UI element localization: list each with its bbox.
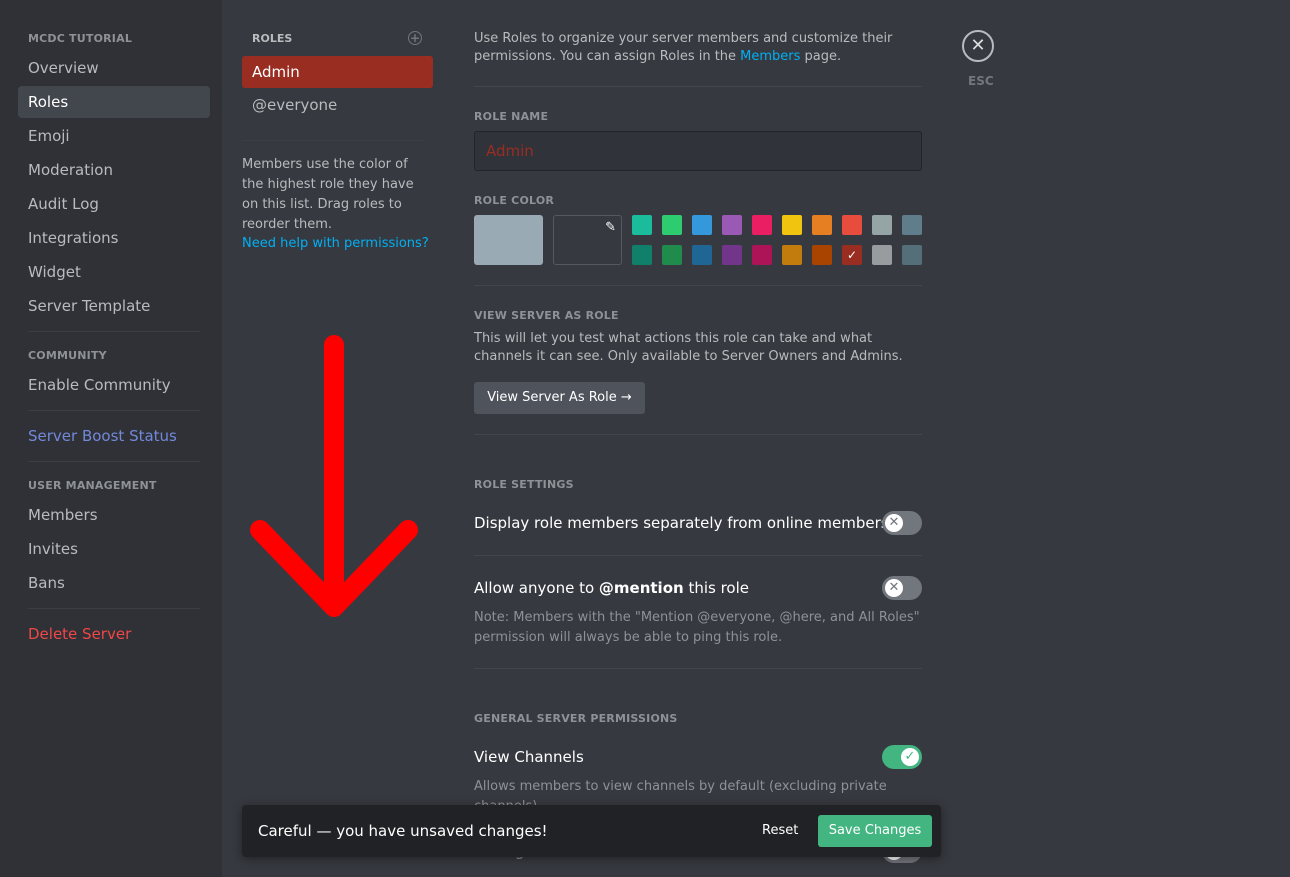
color-swatch[interactable]: [722, 215, 742, 235]
close-button[interactable]: ✕: [962, 30, 994, 62]
default-color-swatch[interactable]: [474, 215, 543, 265]
sidebar-item-server-boost-status[interactable]: Server Boost Status: [18, 420, 210, 452]
mention-label-prefix: Allow anyone to: [474, 579, 599, 597]
color-swatch[interactable]: [872, 215, 892, 235]
roles-intro-text: Use Roles to organize your server member…: [474, 30, 922, 66]
color-swatch[interactable]: ✓: [842, 245, 862, 265]
view-channels-toggle[interactable]: ✓: [882, 745, 922, 769]
view-channels-label: View Channels: [474, 748, 584, 766]
color-swatch[interactable]: [632, 245, 652, 265]
roles-header: ROLES: [252, 32, 293, 45]
sidebar-divider: [28, 410, 200, 411]
permissions-help-link[interactable]: Need help with permissions?: [242, 236, 429, 251]
sidebar-item-roles[interactable]: Roles: [18, 86, 210, 118]
color-swatch[interactable]: [902, 215, 922, 235]
color-swatch[interactable]: [782, 245, 802, 265]
mention-note: Note: Members with the "Mention @everyon…: [474, 610, 920, 645]
section-divider: [474, 434, 922, 435]
section-divider: [474, 285, 922, 286]
section-divider: [474, 86, 922, 87]
general-permissions-label: GENERAL SERVER PERMISSIONS: [474, 712, 678, 725]
mention-setting-label: Allow anyone to @mention this role: [474, 579, 749, 597]
role-name-input[interactable]: Admin: [474, 131, 922, 171]
checkmark-icon: ✓: [901, 748, 919, 766]
members-link[interactable]: Members: [740, 49, 800, 64]
view-server-as-role-button[interactable]: View Server As Role →: [474, 382, 645, 414]
sidebar-divider: [28, 461, 200, 462]
red-down-arrow-annotation: [250, 335, 418, 617]
role-item-everyone[interactable]: @everyone: [242, 89, 433, 121]
server-name-header: MCDC TUTORIAL: [28, 32, 133, 45]
intro-text-end: page.: [800, 49, 842, 64]
sidebar-item-invites[interactable]: Invites: [18, 533, 210, 565]
sidebar-item-bans[interactable]: Bans: [18, 567, 210, 599]
sidebar-item-integrations[interactable]: Integrations: [18, 222, 210, 254]
role-item-admin[interactable]: Admin: [242, 56, 433, 88]
color-swatch[interactable]: [812, 215, 832, 235]
color-swatch[interactable]: [812, 245, 832, 265]
arrow-right-icon: →: [620, 390, 632, 405]
custom-color-swatch[interactable]: ✎: [553, 215, 622, 265]
sidebar-item-audit-log[interactable]: Audit Log: [18, 188, 210, 220]
color-swatch[interactable]: [872, 245, 892, 265]
save-changes-button[interactable]: Save Changes: [818, 815, 932, 847]
sidebar-divider: [28, 331, 200, 332]
sidebar-item-server-template[interactable]: Server Template: [18, 290, 210, 322]
mention-toggle[interactable]: ✕: [882, 576, 922, 600]
color-swatch[interactable]: [752, 245, 772, 265]
color-swatch[interactable]: [782, 215, 802, 235]
section-divider: [474, 555, 922, 556]
role-settings-label: ROLE SETTINGS: [474, 478, 574, 491]
user-management-header: USER MANAGEMENT: [28, 479, 157, 492]
view-server-as-role-label: View Server As Role: [487, 390, 617, 405]
mention-label-bold: @mention: [598, 579, 684, 597]
roles-info-text: Members use the color of the highest rol…: [242, 157, 414, 232]
color-swatch[interactable]: [752, 215, 772, 235]
add-role-plus-icon[interactable]: +: [408, 31, 422, 45]
sidebar-item-enable-community[interactable]: Enable Community: [18, 369, 210, 401]
view-as-role-description: This will let you test what actions this…: [474, 331, 903, 364]
sidebar-item-emoji[interactable]: Emoji: [18, 120, 210, 152]
community-header: COMMUNITY: [28, 349, 107, 362]
checkmark-icon: ✓: [846, 248, 858, 262]
eyedropper-icon: ✎: [605, 220, 616, 235]
esc-label: ESC: [968, 74, 994, 88]
color-swatch[interactable]: [662, 245, 682, 265]
sidebar-item-widget[interactable]: Widget: [18, 256, 210, 288]
sidebar-divider: [28, 608, 200, 609]
roles-divider: [242, 140, 424, 141]
x-icon: ✕: [885, 579, 903, 597]
view-as-role-label: VIEW SERVER AS ROLE: [474, 309, 619, 322]
reset-button[interactable]: Reset: [762, 823, 798, 838]
display-separately-label: Display role members separately from onl…: [474, 514, 889, 532]
color-swatch[interactable]: [692, 215, 712, 235]
color-swatch[interactable]: [902, 245, 922, 265]
x-icon: ✕: [885, 514, 903, 532]
settings-sidebar: MCDC TUTORIAL Overview Roles Emoji Moder…: [0, 0, 222, 877]
color-swatch[interactable]: [692, 245, 712, 265]
unsaved-changes-text: Careful — you have unsaved changes!: [258, 822, 548, 840]
sidebar-item-overview[interactable]: Overview: [18, 52, 210, 84]
sidebar-item-moderation[interactable]: Moderation: [18, 154, 210, 186]
unsaved-changes-bar: Careful — you have unsaved changes! Rese…: [242, 805, 941, 857]
role-color-label: ROLE COLOR: [474, 194, 555, 207]
close-icon: ✕: [970, 35, 986, 56]
color-swatch[interactable]: [722, 245, 742, 265]
color-swatch[interactable]: [662, 215, 682, 235]
section-divider: [474, 668, 922, 669]
role-name-label: ROLE NAME: [474, 110, 549, 123]
color-swatch[interactable]: [842, 215, 862, 235]
mention-label-suffix: this role: [683, 579, 750, 597]
display-separately-toggle[interactable]: ✕: [882, 511, 922, 535]
sidebar-item-members[interactable]: Members: [18, 499, 210, 531]
color-swatch[interactable]: [632, 215, 652, 235]
sidebar-item-delete-server[interactable]: Delete Server: [18, 618, 210, 650]
